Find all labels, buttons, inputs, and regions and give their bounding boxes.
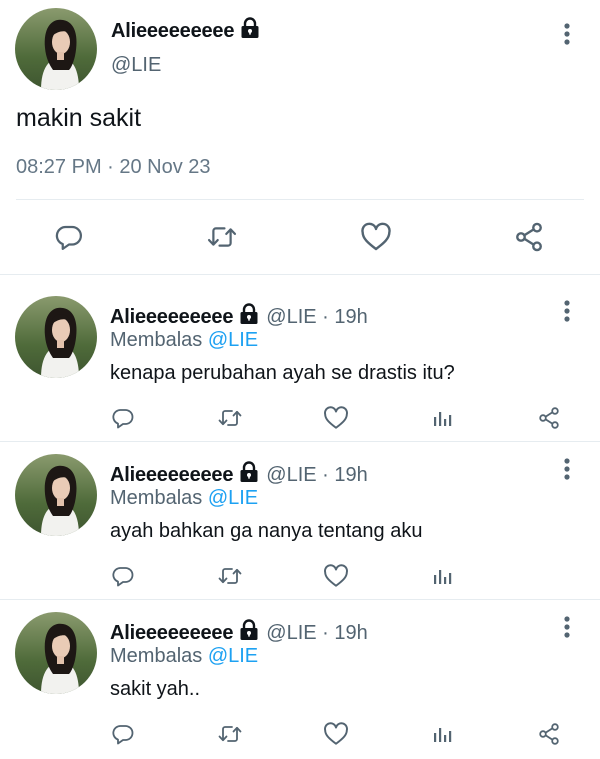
analytics-icon[interactable] — [427, 403, 457, 433]
handle-time: @LIE · 19h — [266, 622, 368, 644]
avatar[interactable] — [15, 612, 97, 694]
avatar-image — [15, 8, 97, 90]
display-name[interactable]: Alieeeeeeeee — [110, 464, 233, 486]
retweet-icon[interactable] — [215, 403, 245, 433]
handle-time: @LIE · 19h — [266, 464, 368, 486]
mention-link[interactable]: @LIE — [208, 329, 258, 351]
display-name[interactable]: Alieeeeeeeee — [111, 17, 260, 43]
mention-link[interactable]: @LIE — [208, 645, 258, 667]
divider — [0, 599, 600, 600]
reply-header: Alieeeeeeeee @LIE · 19h — [110, 619, 368, 645]
retweet-icon[interactable] — [215, 561, 245, 591]
replying-prefix: Membalas — [110, 645, 203, 667]
heart-icon[interactable] — [321, 719, 351, 749]
reply-tweet[interactable]: Alieeeeeeeee @LIE · 19h Membalas @LIE aya… — [0, 443, 600, 601]
more-vertical-icon[interactable] — [555, 297, 579, 325]
avatar[interactable] — [15, 454, 97, 536]
retweet-icon[interactable] — [215, 719, 245, 749]
replying-to: Membalas @LIE — [110, 329, 258, 352]
lock-icon — [239, 303, 259, 325]
reply-icon[interactable] — [108, 719, 138, 749]
heart-icon[interactable] — [321, 403, 351, 433]
lock-icon — [240, 17, 260, 39]
share-icon[interactable] — [534, 719, 564, 749]
divider — [0, 274, 600, 275]
mention-link[interactable]: @LIE — [208, 487, 258, 509]
avatar[interactable] — [15, 296, 97, 378]
tweet-text: kenapa perubahan ayah se drastis itu? — [110, 362, 455, 384]
avatar-image — [15, 612, 97, 694]
replying-prefix: Membalas — [110, 329, 203, 351]
reply-icon[interactable] — [52, 220, 86, 254]
lock-icon — [239, 461, 259, 483]
divider — [0, 441, 600, 442]
more-vertical-icon[interactable] — [555, 613, 579, 641]
reply-header: Alieeeeeeeee @LIE · 19h — [110, 303, 368, 329]
replying-prefix: Membalas — [110, 487, 203, 509]
replying-to: Membalas @LIE — [110, 645, 258, 668]
avatar-image — [15, 454, 97, 536]
reply-icon[interactable] — [108, 403, 138, 433]
reply-icon[interactable] — [108, 561, 138, 591]
tweet-text: makin sakit — [16, 104, 142, 132]
reply-tweet[interactable]: Alieeeeeeeee @LIE · 19h Membalas @LIE sak… — [0, 601, 600, 759]
lock-icon — [239, 619, 259, 641]
reply-header: Alieeeeeeeee @LIE · 19h — [110, 461, 368, 487]
heart-icon[interactable] — [321, 561, 351, 591]
tweet-timestamp[interactable]: 08:27 PM · 20 Nov 23 — [16, 156, 211, 179]
display-name[interactable]: Alieeeeeeeee — [110, 622, 233, 644]
avatar-image — [15, 296, 97, 378]
avatar[interactable] — [15, 8, 97, 90]
reply-tweet[interactable]: Alieeeeeeeee @LIE · 19h Membalas @LIE ken… — [0, 285, 600, 443]
analytics-icon[interactable] — [427, 561, 457, 591]
share-icon[interactable] — [512, 220, 546, 254]
display-name-text: Alieeeeeeeee — [111, 20, 235, 42]
more-vertical-icon[interactable] — [555, 455, 579, 483]
tweet-text: sakit yah.. — [110, 678, 201, 700]
more-vertical-icon[interactable] — [555, 20, 579, 48]
replying-to: Membalas @LIE — [110, 487, 258, 510]
analytics-icon[interactable] — [427, 719, 457, 749]
handle-time: @LIE · 19h — [266, 306, 368, 328]
divider — [16, 199, 584, 200]
tweet-text: ayah bahkan ga nanya tentang aku — [110, 520, 423, 542]
display-name[interactable]: Alieeeeeeeee — [110, 306, 233, 328]
heart-icon[interactable] — [359, 220, 393, 254]
retweet-icon[interactable] — [205, 220, 239, 254]
share-icon[interactable] — [534, 403, 564, 433]
handle[interactable]: @LIE — [111, 54, 161, 77]
